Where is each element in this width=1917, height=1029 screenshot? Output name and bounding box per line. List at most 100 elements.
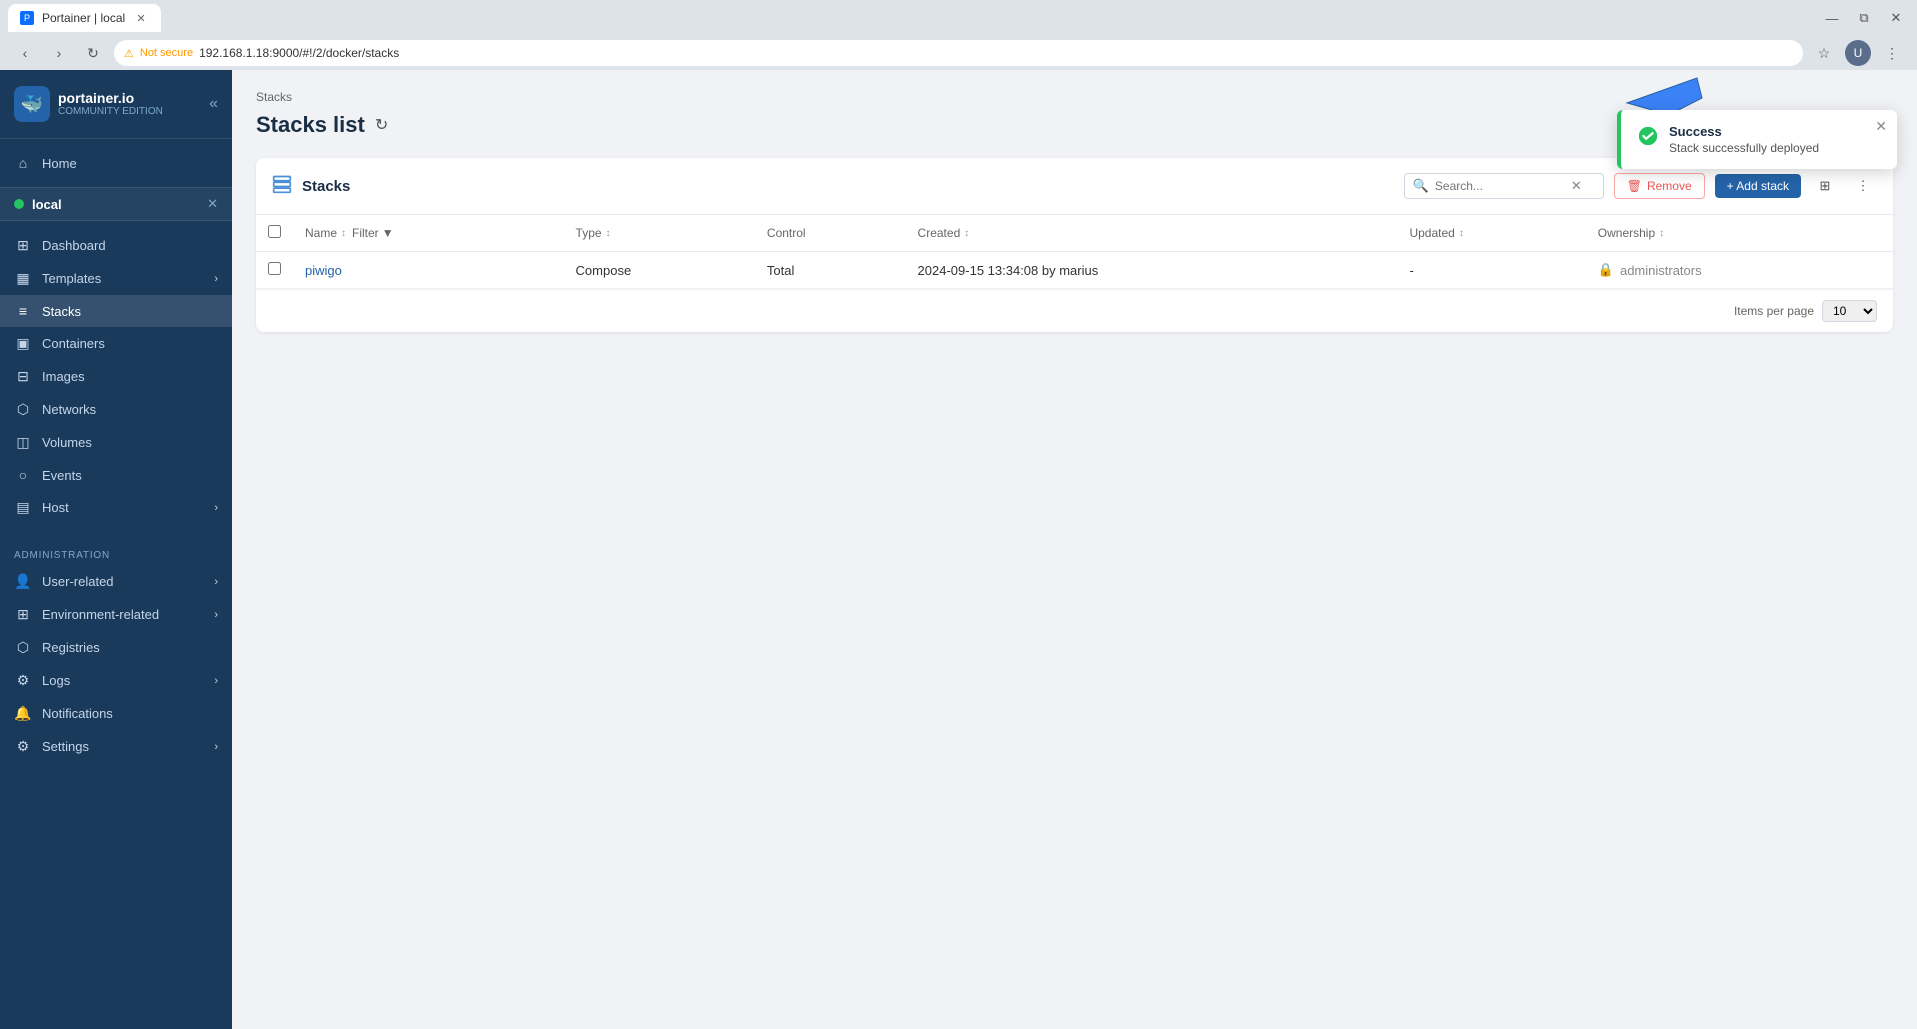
logo-icon: 🐳	[14, 86, 50, 122]
add-stack-button[interactable]: + Add stack	[1715, 174, 1801, 198]
sidebar: 🐳 portainer.io COMMUNITY EDITION « ⌂ Hom…	[0, 70, 232, 1029]
sidebar-collapse-button[interactable]: «	[209, 95, 218, 113]
logs-icon: ⚙	[14, 672, 32, 689]
table-body: piwigo Compose Total 2024-09-15 13:34:08…	[256, 252, 1893, 289]
sidebar-item-images[interactable]: ⊟ Images	[0, 360, 232, 393]
sidebar-item-containers[interactable]: ▣ Containers	[0, 327, 232, 360]
settings-chevron-icon: ›	[214, 741, 218, 753]
sidebar-home-label: Home	[42, 156, 218, 171]
main-content: Stacks Stacks list ↻ Stacks 🔍 ✕ 🗑	[232, 70, 1917, 1029]
row-checkbox-cell	[256, 252, 293, 289]
sidebar-item-events[interactable]: ○ Events	[0, 459, 232, 491]
networks-icon: ⬡	[14, 401, 32, 418]
notifications-icon: 🔔	[14, 705, 32, 722]
ownership-sort-button[interactable]: Ownership ↕	[1598, 226, 1881, 240]
items-per-page-select[interactable]: 10 25 50 100	[1822, 300, 1877, 322]
stacks-table: Name ↕ Filter ▼ Type ↕	[256, 215, 1893, 289]
page-title: Stacks list	[256, 112, 365, 138]
home-icon: ⌂	[14, 155, 32, 171]
images-icon: ⊟	[14, 368, 32, 385]
profile-button[interactable]: U	[1845, 40, 1871, 66]
sidebar-item-environment-related[interactable]: ⊞ Environment-related ›	[0, 598, 232, 631]
admin-section-label: Administration	[0, 540, 232, 565]
created-cell: 2024-09-15 13:34:08 by marius	[906, 252, 1398, 289]
search-bar[interactable]: 🔍 ✕	[1404, 173, 1604, 199]
containers-icon: ▣	[14, 335, 32, 352]
name-filter-button[interactable]: Filter ▼	[352, 226, 394, 240]
toast-title: Success	[1669, 124, 1881, 139]
select-all-checkbox[interactable]	[268, 225, 281, 238]
select-all-header	[256, 215, 293, 252]
sidebar-environment: local ✕	[0, 187, 232, 221]
search-clear-button[interactable]: ✕	[1571, 178, 1582, 194]
sidebar-item-dashboard[interactable]: ⊞ Dashboard	[0, 229, 232, 262]
sidebar-item-volumes[interactable]: ◫ Volumes	[0, 426, 232, 459]
created-column-header[interactable]: Created ↕	[906, 215, 1398, 252]
tab-title: Portainer | local	[42, 11, 125, 25]
search-input[interactable]	[1435, 179, 1565, 193]
sidebar-item-notifications[interactable]: 🔔 Notifications	[0, 697, 232, 730]
sidebar-item-user-related[interactable]: 👤 User-related ›	[0, 565, 232, 598]
volumes-icon: ◫	[14, 434, 32, 451]
row-checkbox[interactable]	[268, 262, 281, 275]
add-stack-label: + Add stack	[1727, 179, 1789, 193]
address-bar[interactable]: ⚠ Not secure 192.168.1.18:9000/#!/2/dock…	[114, 40, 1803, 66]
remove-button[interactable]: 🗑 Remove	[1614, 173, 1705, 199]
updated-sort-button[interactable]: Updated ↕	[1409, 226, 1573, 240]
restore-button[interactable]: ⧉	[1851, 5, 1877, 31]
tab-favicon: P	[20, 11, 34, 25]
notifications-label: Notifications	[42, 706, 218, 721]
events-label: Events	[42, 468, 218, 483]
tab-close-button[interactable]: ✕	[133, 10, 149, 26]
bookmark-button[interactable]: ☆	[1811, 40, 1837, 66]
stack-name-link[interactable]: piwigo	[305, 263, 342, 278]
close-button[interactable]: ✕	[1883, 5, 1909, 31]
ownership-column-header[interactable]: Ownership ↕	[1586, 215, 1893, 252]
minimize-button[interactable]: —	[1819, 5, 1845, 31]
registries-label: Registries	[42, 640, 218, 655]
browser-titlebar: P Portainer | local ✕ — ⧉ ✕	[0, 0, 1917, 36]
back-button[interactable]: ‹	[12, 40, 38, 66]
sidebar-logo: 🐳 portainer.io COMMUNITY EDITION «	[0, 70, 232, 139]
browser-chrome: P Portainer | local ✕ — ⧉ ✕ ‹ › ↻ ⚠ Not …	[0, 0, 1917, 70]
browser-tab[interactable]: P Portainer | local ✕	[8, 4, 161, 32]
sidebar-item-host[interactable]: ▤ Host ›	[0, 491, 232, 524]
type-column-header[interactable]: Type ↕	[564, 215, 755, 252]
reload-button[interactable]: ↻	[80, 40, 106, 66]
sidebar-item-networks[interactable]: ⬡ Networks	[0, 393, 232, 426]
containers-label: Containers	[42, 336, 218, 351]
sidebar-item-settings[interactable]: ⚙ Settings ›	[0, 730, 232, 763]
user-related-label: User-related	[42, 574, 204, 589]
sidebar-admin-section: Administration 👤 User-related › ⊞ Enviro…	[0, 532, 232, 771]
name-sort-button[interactable]: Name ↕	[305, 226, 346, 240]
sidebar-item-stacks[interactable]: ≡ Stacks	[0, 295, 232, 327]
table-head: Name ↕ Filter ▼ Type ↕	[256, 215, 1893, 252]
env-close-button[interactable]: ✕	[207, 196, 218, 212]
toast-close-button[interactable]: ✕	[1875, 118, 1887, 135]
more-options-button[interactable]: ⋮	[1849, 172, 1877, 200]
dashboard-label: Dashboard	[42, 238, 218, 253]
created-sort-button[interactable]: Created ↕	[918, 226, 1386, 240]
name-column-header[interactable]: Name ↕ Filter ▼	[293, 215, 564, 252]
column-toggle-button[interactable]: ⊞	[1811, 172, 1839, 200]
brand-name: portainer.io	[58, 90, 163, 107]
stacks-nav-icon: ≡	[14, 303, 32, 319]
refresh-button[interactable]: ↻	[375, 115, 388, 135]
type-sort-button[interactable]: Type ↕	[576, 226, 743, 240]
registries-icon: ⬡	[14, 639, 32, 656]
pagination-row: Items per page 10 25 50 100	[256, 289, 1893, 332]
forward-button[interactable]: ›	[46, 40, 72, 66]
updated-sort-icon: ↕	[1459, 228, 1464, 239]
updated-column-header[interactable]: Updated ↕	[1397, 215, 1585, 252]
filter-icon: ▼	[382, 226, 394, 240]
type-sort-icon: ↕	[606, 228, 611, 239]
sidebar-item-registries[interactable]: ⬡ Registries	[0, 631, 232, 664]
remove-label: Remove	[1647, 179, 1692, 193]
updated-cell: -	[1397, 252, 1585, 289]
sidebar-item-home[interactable]: ⌂ Home	[0, 147, 232, 179]
sidebar-item-templates[interactable]: ▦ Templates ›	[0, 262, 232, 295]
menu-button[interactable]: ⋮	[1879, 40, 1905, 66]
sidebar-item-logs[interactable]: ⚙ Logs ›	[0, 664, 232, 697]
ownership-sort-icon: ↕	[1659, 228, 1664, 239]
toast-content: Success Stack successfully deployed	[1669, 124, 1881, 155]
